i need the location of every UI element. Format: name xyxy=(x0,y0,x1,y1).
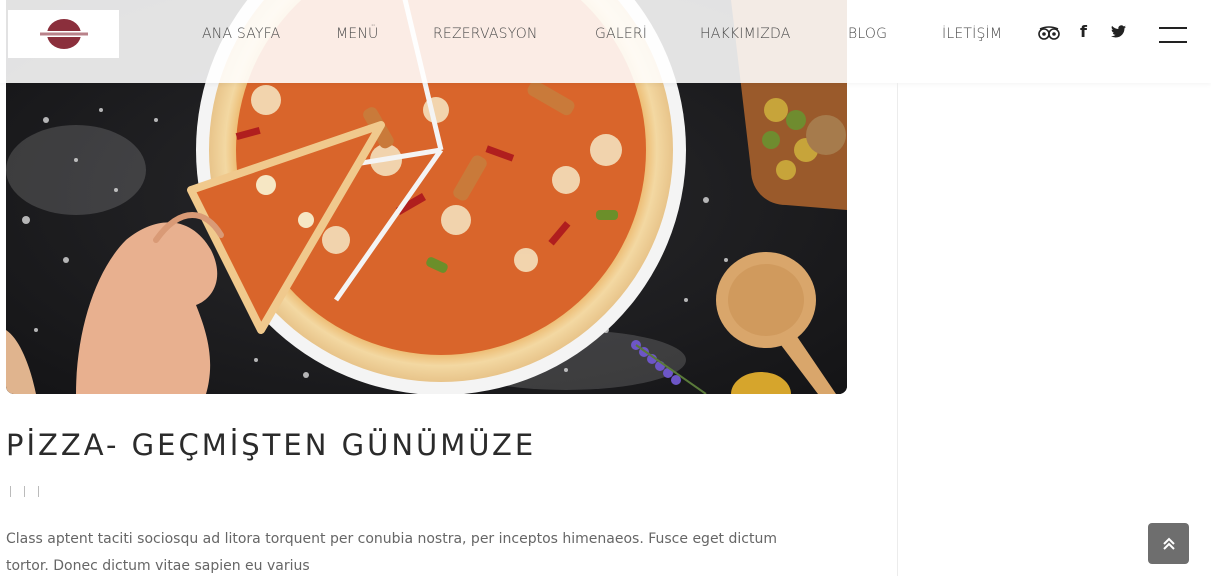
nav-ana-sayfa[interactable]: ANA SAYFA xyxy=(202,26,280,42)
twitter-icon[interactable] xyxy=(1111,25,1126,42)
nav-rezervasyon[interactable]: REZERVASYON xyxy=(433,26,538,42)
logo-icon xyxy=(35,19,92,49)
post-excerpt: Class aptent taciti sociosqu ad litora t… xyxy=(6,531,777,574)
sidebar-divider xyxy=(897,83,898,576)
tripadvisor-icon[interactable] xyxy=(1038,26,1060,44)
back-to-top-button[interactable] xyxy=(1148,523,1189,564)
double-chevron-up-icon xyxy=(1162,537,1175,550)
post-title[interactable]: PİZZA- GEÇMİŞTEN GÜNÜMÜZE xyxy=(6,428,536,462)
hamburger-menu-button[interactable] xyxy=(1159,25,1187,45)
nav-galeri[interactable]: GALERİ xyxy=(595,26,647,42)
nav-iletisim[interactable]: İLETİŞİM xyxy=(942,26,1002,42)
site-header: ANA SAYFA MENÜ REZERVASYON GALERİ HAKKIM… xyxy=(0,0,1211,83)
nav-hakkimizda[interactable]: HAKKIMIZDA xyxy=(700,26,791,42)
nav-menu[interactable]: MENÜ xyxy=(336,26,378,42)
nav-blog[interactable]: BLOG xyxy=(848,26,887,42)
facebook-icon[interactable]: f xyxy=(1080,22,1087,41)
site-logo[interactable] xyxy=(8,10,119,58)
